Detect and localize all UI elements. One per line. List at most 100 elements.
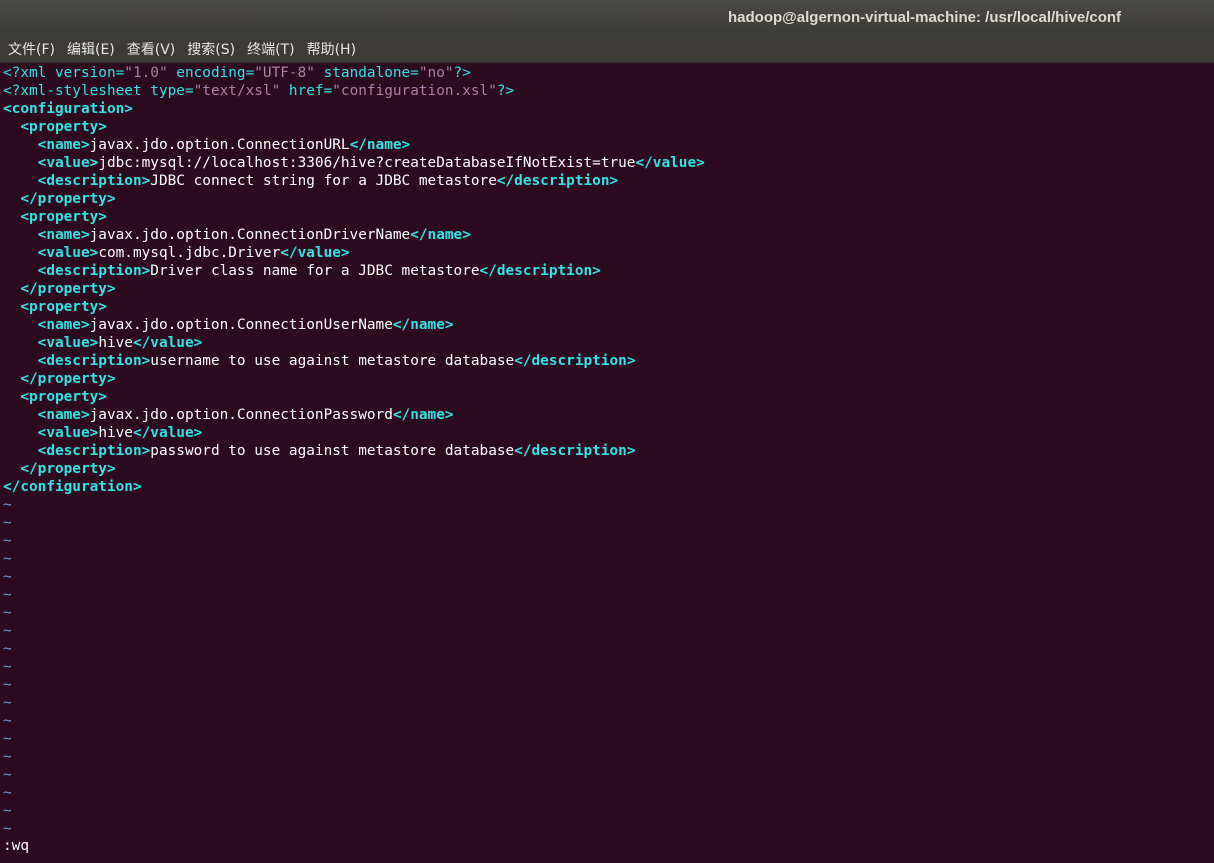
name-open-tag: <name> [37, 407, 90, 423]
name-open-tag: <name> [37, 137, 90, 153]
configuration-close-line: </configuration> [3, 478, 1214, 496]
property-description-text: password to use against metastore databa… [150, 443, 515, 459]
name-close-tag: </name> [410, 227, 471, 243]
property-close-line: </property> [3, 460, 1214, 478]
property-value-line: <value>jdbc:mysql://localhost:3306/hive?… [3, 154, 1214, 172]
stylesheet-href-value: "configuration.xsl" [332, 83, 497, 99]
vim-command-line[interactable]: :wq [3, 838, 29, 854]
property-open-tag: <property> [20, 119, 107, 135]
property-name-text: javax.jdo.option.ConnectionDriverName [89, 227, 411, 243]
xml-decl-close: ?> [453, 65, 471, 81]
property-name-text: javax.jdo.option.ConnectionPassword [89, 407, 393, 423]
empty-line-markers: ~ ~ ~ ~ ~ ~ ~ ~ ~ ~ ~ ~ ~ ~ ~ ~ ~ ~ ~ [3, 496, 1214, 838]
xml-decl-encoding-value: "UTF-8" [254, 65, 315, 81]
empty-line-tilde: ~ [3, 497, 12, 513]
terminal-window: hadoop@algernon-virtual-machine: /usr/lo… [0, 0, 1214, 863]
property-open-line: <property> [3, 298, 1214, 316]
property-name-line: <name>javax.jdo.option.ConnectionURL</na… [3, 136, 1214, 154]
stylesheet-declaration-line: <?xml-stylesheet type="text/xsl" href="c… [3, 82, 1214, 100]
menu-search[interactable]: 搜索(S) [187, 39, 235, 59]
value-close-tag: </value> [635, 155, 705, 171]
value-close-tag: </value> [280, 245, 350, 261]
description-open-tag: <description> [37, 263, 151, 279]
empty-line-tilde: ~ [3, 659, 12, 675]
property-open-line: <property> [3, 208, 1214, 226]
empty-line-tilde: ~ [3, 749, 12, 765]
description-close-tag: </description> [514, 353, 636, 369]
xml-decl-version-value: "1.0" [124, 65, 168, 81]
xml-decl-standalone-value: "no" [418, 65, 454, 81]
empty-line-tilde: ~ [3, 713, 12, 729]
property-list: <property> <name>javax.jdo.option.Connec… [3, 118, 1214, 478]
property-value-line: <value>hive</value> [3, 424, 1214, 442]
empty-line-tilde: ~ [3, 803, 12, 819]
value-open-tag: <value> [37, 155, 99, 171]
empty-line-tilde: ~ [3, 623, 12, 639]
description-close-tag: </description> [496, 173, 619, 189]
property-value-line: <value>hive</value> [3, 334, 1214, 352]
property-open-line: <property> [3, 388, 1214, 406]
property-value-line: <value>com.mysql.jdbc.Driver</value> [3, 244, 1214, 262]
name-close-tag: </name> [392, 407, 454, 423]
menu-bar: 文件(F) 编辑(E) 查看(V) 搜索(S) 终端(T) 帮助(H) [0, 36, 1214, 63]
title-bar[interactable]: hadoop@algernon-virtual-machine: /usr/lo… [0, 0, 1214, 36]
empty-line-tilde: ~ [3, 533, 12, 549]
stylesheet-type-value: "text/xsl" [193, 83, 281, 99]
property-close-line: </property> [3, 370, 1214, 388]
menu-help[interactable]: 帮助(H) [307, 39, 356, 59]
property-name-text: javax.jdo.option.ConnectionURL [89, 137, 350, 153]
xml-decl-open: <?xml [3, 65, 55, 81]
empty-line-tilde: ~ [3, 605, 12, 621]
property-open-tag: <property> [20, 209, 107, 225]
property-description-line: <description>password to use against met… [3, 442, 1214, 460]
description-open-tag: <description> [37, 353, 151, 369]
property-close-line: </property> [3, 190, 1214, 208]
property-close-tag: </property> [20, 281, 116, 297]
property-description-line: <description>JDBC connect string for a J… [3, 172, 1214, 190]
empty-line-tilde: ~ [3, 641, 12, 657]
property-name-line: <name>javax.jdo.option.ConnectionDriverN… [3, 226, 1214, 244]
property-description-line: <description>username to use against met… [3, 352, 1214, 370]
property-name-line: <name>javax.jdo.option.ConnectionPasswor… [3, 406, 1214, 424]
name-close-tag: </name> [349, 137, 411, 153]
value-open-tag: <value> [37, 425, 99, 441]
description-open-tag: <description> [37, 173, 151, 189]
window-title: hadoop@algernon-virtual-machine: /usr/lo… [728, 9, 1122, 26]
property-open-tag: <property> [20, 389, 107, 405]
property-value-text: hive [98, 335, 133, 351]
property-value-text: com.mysql.jdbc.Driver [98, 245, 281, 261]
property-close-tag: </property> [20, 191, 116, 207]
empty-line-tilde: ~ [3, 677, 12, 693]
stylesheet-href-attr: href= [280, 83, 333, 99]
menu-terminal[interactable]: 终端(T) [247, 39, 294, 59]
description-close-tag: </description> [514, 443, 636, 459]
menu-edit[interactable]: 编辑(E) [67, 39, 115, 59]
xml-decl-encoding-attr: encoding= [167, 65, 255, 81]
name-open-tag: <name> [37, 317, 90, 333]
stylesheet-decl-open: <?xml-stylesheet [3, 83, 151, 99]
value-close-tag: </value> [132, 425, 203, 441]
property-name-line: <name>javax.jdo.option.ConnectionUserNam… [3, 316, 1214, 334]
menu-view[interactable]: 查看(V) [127, 39, 176, 59]
empty-line-tilde: ~ [3, 587, 12, 603]
property-open-line: <property> [3, 118, 1214, 136]
value-open-tag: <value> [37, 245, 99, 261]
property-description-text: Driver class name for a JDBC metastore [150, 263, 480, 279]
xml-declaration-line: <?xml version="1.0" encoding="UTF-8" sta… [3, 64, 1214, 82]
name-open-tag: <name> [37, 227, 90, 243]
configuration-open-line: <configuration> [3, 100, 1214, 118]
empty-line-tilde: ~ [3, 551, 12, 567]
description-open-tag: <description> [37, 443, 151, 459]
empty-line-tilde: ~ [3, 695, 12, 711]
vim-editor-area[interactable]: <?xml version="1.0" encoding="UTF-8" sta… [3, 64, 1214, 863]
empty-line-tilde: ~ [3, 821, 12, 837]
configuration-open-tag: <configuration> [3, 101, 133, 117]
xml-decl-version-attr: version= [54, 65, 125, 81]
property-value-text: hive [98, 425, 133, 441]
property-description-line: <description>Driver class name for a JDB… [3, 262, 1214, 280]
description-close-tag: </description> [479, 263, 601, 279]
empty-line-tilde: ~ [3, 767, 12, 783]
empty-line-tilde: ~ [3, 515, 12, 531]
value-close-tag: </value> [132, 335, 203, 351]
menu-file[interactable]: 文件(F) [8, 39, 55, 59]
